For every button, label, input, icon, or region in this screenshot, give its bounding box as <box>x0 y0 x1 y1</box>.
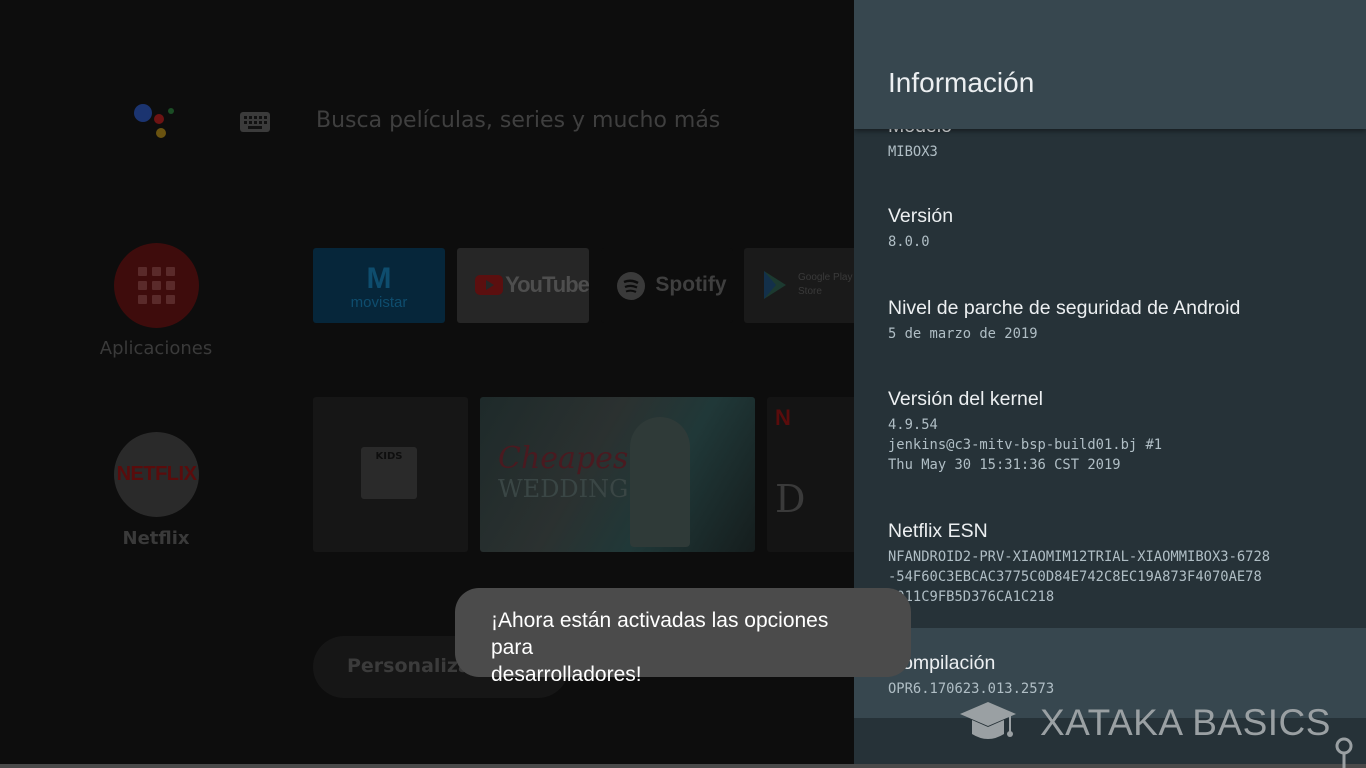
netflix-button[interactable]: NETFLIX <box>114 432 199 517</box>
apps-label: Aplicaciones <box>99 338 213 359</box>
info-item-version[interactable]: Versión 8.0.0 <box>854 203 1366 252</box>
d-letter: D <box>775 477 806 521</box>
info-value: -54F60C3EBCAC3775C0D84E742C8EC19A873F407… <box>888 569 1262 585</box>
graduation-cap-icon <box>960 702 1016 739</box>
bottom-divider <box>0 764 1366 768</box>
kids-label: KIDS <box>375 451 403 462</box>
cheapest-title: Cheapest <box>498 441 641 476</box>
apps-button[interactable] <box>114 243 199 328</box>
info-label: Versión <box>888 205 954 227</box>
movistar-tile[interactable]: M movistar <box>313 248 445 323</box>
spotify-tile[interactable]: Spotify <box>601 248 733 323</box>
assistant-icon[interactable] <box>130 100 180 145</box>
panel-title: Información <box>888 67 1035 98</box>
info-item-kernel[interactable]: Versión del kernel 4.9.54 jenkins@c3-mit… <box>854 386 1366 475</box>
youtube-tile[interactable]: YouTube <box>457 248 589 323</box>
info-value: Thu May 30 15:31:36 CST 2019 <box>888 457 1121 473</box>
bride-figure <box>630 417 690 547</box>
toast-line-1: ¡Ahora están activadas las opciones para <box>491 609 829 659</box>
info-value: 5 de marzo de 2019 <box>888 326 1038 342</box>
info-value: NFANDROID2-PRV-XIAOMIM12TRIAL-XIAOMMIBOX… <box>888 549 1271 565</box>
info-label: Netflix ESN <box>888 520 988 542</box>
toast-message: ¡Ahora están activadas las opciones para… <box>491 607 875 688</box>
play-store-line1: Google Play <box>798 272 853 283</box>
cheapest-weddings-tile[interactable]: Cheapest WEDDINGS <box>480 397 755 552</box>
d-show-tile[interactable]: N D <box>767 397 854 552</box>
info-item-security-patch[interactable]: Nivel de parche de seguridad de Android … <box>854 295 1366 344</box>
pin-icon <box>1335 737 1353 768</box>
info-value: 8.0.0 <box>888 234 930 250</box>
weddings-title: WEDDINGS <box>498 475 645 503</box>
play-store-line2: Store <box>798 286 822 297</box>
info-label: Nivel de parche de seguridad de Android <box>888 297 1241 319</box>
kids-tile[interactable]: KIDS <box>313 397 468 552</box>
netflix-label: Netflix <box>122 528 190 549</box>
youtube-label: YouTube <box>505 272 589 297</box>
info-value: 9011C9FB5D376CA1C218 <box>888 589 1055 605</box>
info-label: Versión del kernel <box>888 388 1044 410</box>
watermark-text: XATAKA BASICS <box>1040 702 1331 743</box>
info-value: jenkins@c3-mitv-bsp-build01.bj #1 <box>888 437 1163 453</box>
play-store-icon <box>764 271 786 299</box>
panel-header: Información <box>854 0 1366 129</box>
netflix-logo: NETFLIX <box>116 463 197 485</box>
search-placeholder[interactable]: Busca películas, series y mucho más <box>316 108 720 133</box>
info-value: 4.9.54 <box>888 417 938 433</box>
spotify-label: Spotify <box>655 273 727 296</box>
developer-options-toast: ¡Ahora están activadas las opciones para… <box>455 588 911 686</box>
toast-line-2: desarrolladores! <box>491 663 642 686</box>
keyboard-icon[interactable] <box>240 112 270 132</box>
info-value: OPR6.170623.013.2573 <box>888 681 1055 697</box>
movistar-label: movistar <box>350 294 408 311</box>
info-value: MIBOX3 <box>888 144 938 160</box>
info-item-netflix-esn[interactable]: Netflix ESN NFANDROID2-PRV-XIAOMIM12TRIA… <box>854 518 1366 607</box>
kids-icon: KIDS <box>361 447 417 499</box>
info-label: Compilación <box>888 652 996 674</box>
info-panel: Información Modelo MIBOX3 Versión 8.0.0 … <box>854 0 1366 768</box>
play-store-tile[interactable]: Google Play Store <box>744 248 854 323</box>
apps-grid-icon <box>138 267 175 304</box>
